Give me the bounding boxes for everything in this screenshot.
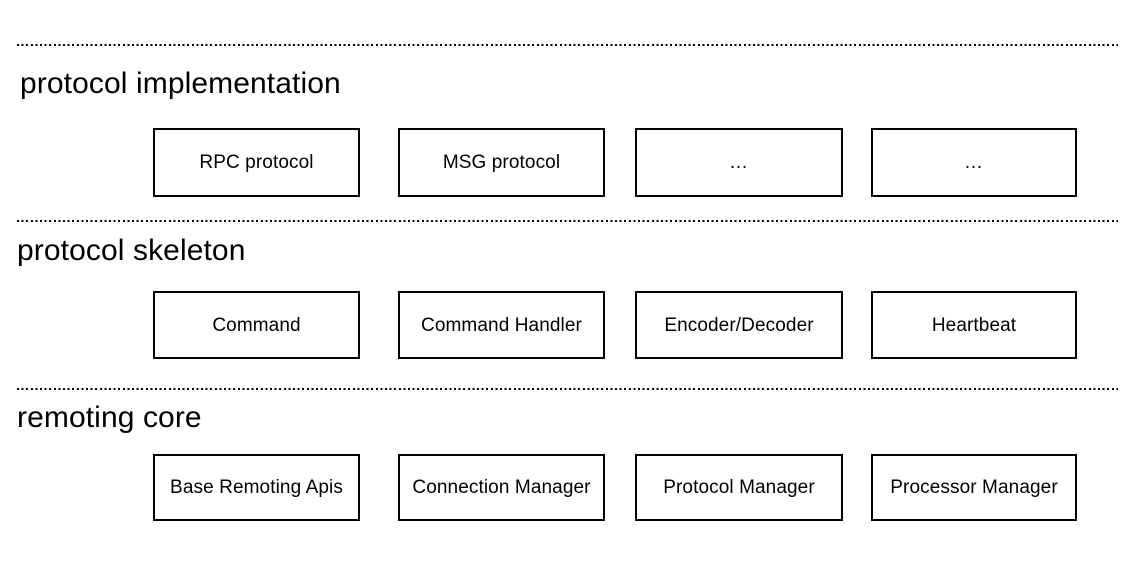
box-label: Command — [212, 314, 301, 336]
box-label: Processor Manager — [890, 477, 1058, 498]
box-label: … — [729, 152, 749, 173]
section-divider-middle — [17, 220, 1118, 222]
box-protocol-placeholder-1[interactable]: … — [635, 128, 843, 197]
box-protocol-manager[interactable]: Protocol Manager — [635, 454, 843, 521]
section-divider-bottom — [17, 388, 1118, 390]
box-label: Base Remoting Apis — [170, 477, 343, 498]
section-label-protocol-implementation: protocol implementation — [20, 67, 341, 100]
section-label-remoting-core: remoting core — [17, 401, 202, 434]
box-rpc-protocol[interactable]: RPC protocol — [153, 128, 360, 197]
box-command-handler[interactable]: Command Handler — [398, 291, 605, 359]
box-label: … — [964, 152, 984, 173]
section-divider-top — [17, 44, 1118, 46]
box-processor-manager[interactable]: Processor Manager — [871, 454, 1077, 521]
box-label: MSG protocol — [442, 152, 561, 173]
architecture-diagram: protocol implementation RPC protocol MSG… — [0, 0, 1148, 572]
box-label: Protocol Manager — [663, 477, 815, 498]
box-protocol-placeholder-2[interactable]: … — [871, 128, 1077, 197]
box-msg-protocol[interactable]: MSG protocol — [398, 128, 605, 197]
box-label: Encoder/Decoder — [664, 314, 814, 336]
box-label: RPC protocol — [199, 152, 314, 173]
box-encoder-decoder[interactable]: Encoder/Decoder — [635, 291, 843, 359]
box-command[interactable]: Command — [153, 291, 360, 359]
box-base-remoting-apis[interactable]: Base Remoting Apis — [153, 454, 360, 521]
box-connection-manager[interactable]: Connection Manager — [398, 454, 605, 521]
box-label: Heartbeat — [931, 314, 1017, 336]
box-label: Connection Manager — [412, 477, 591, 498]
section-label-protocol-skeleton: protocol skeleton — [17, 234, 246, 267]
box-heartbeat[interactable]: Heartbeat — [871, 291, 1077, 359]
box-label: Command Handler — [421, 314, 582, 336]
